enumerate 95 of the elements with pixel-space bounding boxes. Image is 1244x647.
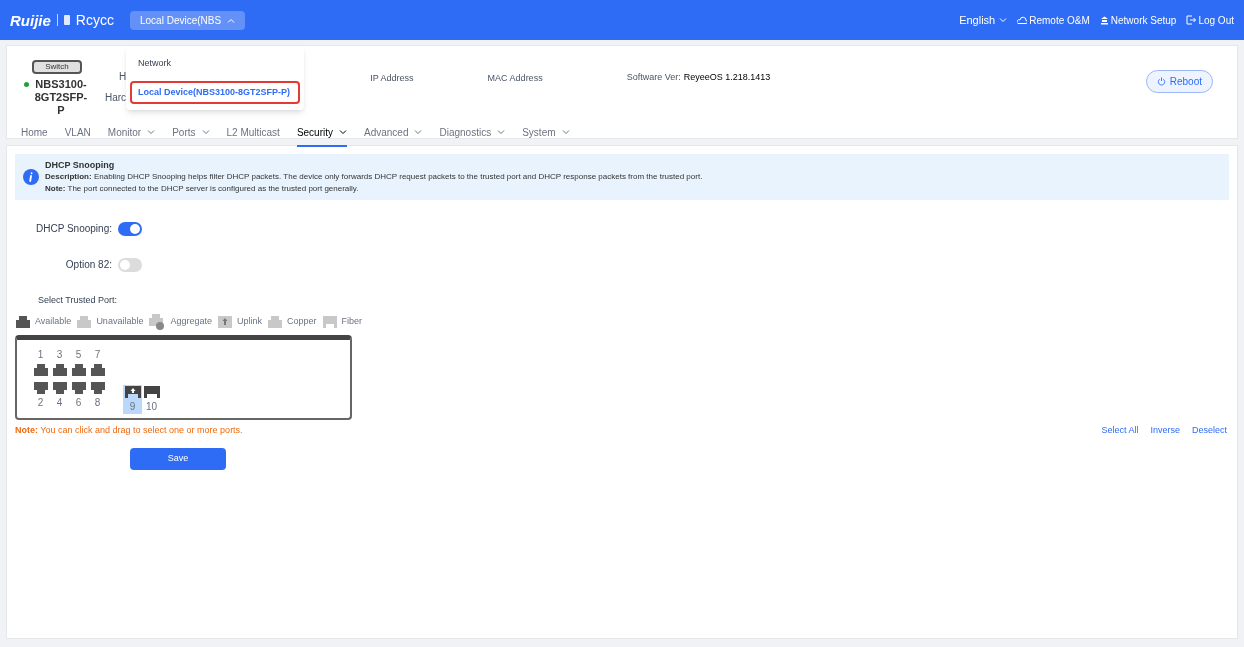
- legend-label: Copper: [286, 314, 317, 328]
- nav-tab[interactable]: Diagnostics: [439, 125, 506, 147]
- ethernet-port-icon: [33, 363, 48, 376]
- port-number: 2: [37, 396, 44, 409]
- info-value: ReyeeOS 1.218.1413: [683, 71, 771, 84]
- info-label: MAC Address: [487, 72, 543, 85]
- banner-title: DHCP Snooping: [45, 159, 116, 171]
- chevron-icon: [497, 130, 506, 135]
- device-selector[interactable]: Local Device(NBS: [129, 10, 246, 30]
- port-number: 5: [75, 348, 82, 361]
- info-label: IP Address: [370, 72, 414, 85]
- port-number: 6: [75, 396, 82, 409]
- ethernet-port-icon: [33, 381, 48, 394]
- switch-port[interactable]: 10: [142, 384, 161, 414]
- dropdown-item[interactable]: Network: [130, 52, 300, 76]
- power-icon: [1156, 77, 1166, 86]
- port-number: 8: [94, 396, 101, 409]
- banner-text: Note: The port connected to the DHCP server is configured as the trusted port generally.: [45, 183, 360, 195]
- port-number: 4: [56, 396, 63, 409]
- selection-link[interactable]: Select All: [1101, 423, 1139, 437]
- nav-tab[interactable]: Ports: [172, 125, 210, 147]
- ethernet-port-icon: [90, 381, 105, 394]
- ethernet-port-icon: [71, 381, 86, 394]
- selection-link[interactable]: Deselect: [1192, 423, 1227, 437]
- nav-tab[interactable]: L2 Multicast: [226, 125, 280, 147]
- available-port-icon: [16, 315, 30, 328]
- device-model: NBS3100-8GT2SFP-P: [33, 78, 89, 117]
- copper-port-icon: [267, 315, 282, 328]
- port-number: 1: [37, 348, 44, 361]
- dropdown-item[interactable]: Local Device(NBS3100-8GT2SFP-P): [130, 80, 300, 104]
- cloud-icon: [1017, 16, 1028, 24]
- info-icon: [23, 169, 39, 185]
- setting-label: Option 82:: [64, 258, 113, 272]
- nav-tab[interactable]: VLAN: [64, 125, 91, 147]
- reboot-button[interactable]: Reboot: [1145, 70, 1213, 93]
- header-link[interactable]: Network Setup: [1099, 12, 1177, 28]
- legend-label: Available: [35, 314, 72, 328]
- ethernet-port-icon: [52, 363, 67, 376]
- switch-port[interactable]: 1: [31, 347, 50, 377]
- switch-port[interactable]: 2: [31, 380, 50, 410]
- header-link[interactable]: Log Out: [1186, 12, 1234, 28]
- switch-port[interactable]: 3: [50, 347, 69, 377]
- port-number: 3: [56, 348, 63, 361]
- toggle-switch[interactable]: [118, 257, 142, 272]
- ethernet-port-icon: [71, 363, 86, 376]
- chevron-icon: [414, 130, 423, 135]
- port-number: 9: [129, 400, 136, 413]
- selection-link[interactable]: Inverse: [1150, 423, 1180, 437]
- logout-icon: [1186, 15, 1197, 25]
- unavailable-port-icon: [77, 315, 92, 328]
- switch-port[interactable]: 6: [69, 380, 88, 410]
- info-label: Harc: [105, 91, 127, 105]
- port-number: 7: [94, 348, 101, 361]
- info-label: H: [119, 70, 127, 84]
- fiber-port-icon: [143, 385, 160, 398]
- toggle-switch[interactable]: [118, 221, 142, 236]
- brand-logo: Ruijie: [10, 12, 51, 28]
- switch-port[interactable]: 5: [69, 347, 88, 377]
- save-button[interactable]: Save: [130, 448, 226, 470]
- chevron-icon: [339, 130, 347, 135]
- uplink-port-icon: [217, 315, 232, 328]
- info-label: Software Ver:: [626, 71, 681, 84]
- nav-tab[interactable]: Home: [21, 125, 48, 147]
- switch-port[interactable]: 7: [88, 347, 107, 377]
- brand-logo: Rcycc: [75, 13, 114, 27]
- port-number: 10: [145, 400, 158, 413]
- header-link[interactable]: Remote O&M: [1017, 12, 1090, 28]
- section-label: Select Trusted Port:: [38, 294, 119, 307]
- chevron-icon: [227, 17, 236, 23]
- legend-label: Uplink: [236, 314, 262, 328]
- chevron-icon: [201, 130, 210, 135]
- chevron-icon: [561, 130, 570, 135]
- uplink-port-icon: [124, 385, 141, 398]
- banner-text: Description: Enabling DHCP Snooping helps filter DHCP packets. The device only forwards DHCP request packets to the trusted port and DHCP response packets from the trusted port.: [45, 171, 703, 183]
- chevron-icon: [999, 17, 1008, 23]
- ethernet-port-icon: [90, 363, 105, 376]
- switch-port[interactable]: 4: [50, 380, 69, 410]
- network-icon: [1099, 15, 1109, 25]
- nav-tab[interactable]: Monitor: [107, 125, 156, 147]
- aggregate-port-icon: [149, 313, 166, 330]
- ethernet-port-icon: [52, 381, 67, 394]
- switch-badge: Switch: [32, 60, 82, 74]
- legend-label: Fiber: [341, 314, 362, 328]
- switch-port[interactable]: 8: [88, 380, 107, 410]
- legend-label: Unavailable: [96, 314, 144, 328]
- setting-label: DHCP Snooping:: [35, 222, 113, 236]
- legend-label: Aggregate: [170, 314, 212, 328]
- fiber-port-icon: [322, 315, 337, 328]
- switch-port[interactable]: 9: [123, 384, 142, 414]
- brand-mark-icon: [63, 15, 70, 25]
- chevron-icon: [147, 130, 156, 135]
- language-selector[interactable]: English: [959, 11, 1008, 29]
- nav-tab[interactable]: Advanced: [364, 125, 423, 147]
- nav-tab[interactable]: System: [522, 125, 570, 147]
- drag-note: Note: You can click and drag to select one or more ports.: [15, 423, 243, 437]
